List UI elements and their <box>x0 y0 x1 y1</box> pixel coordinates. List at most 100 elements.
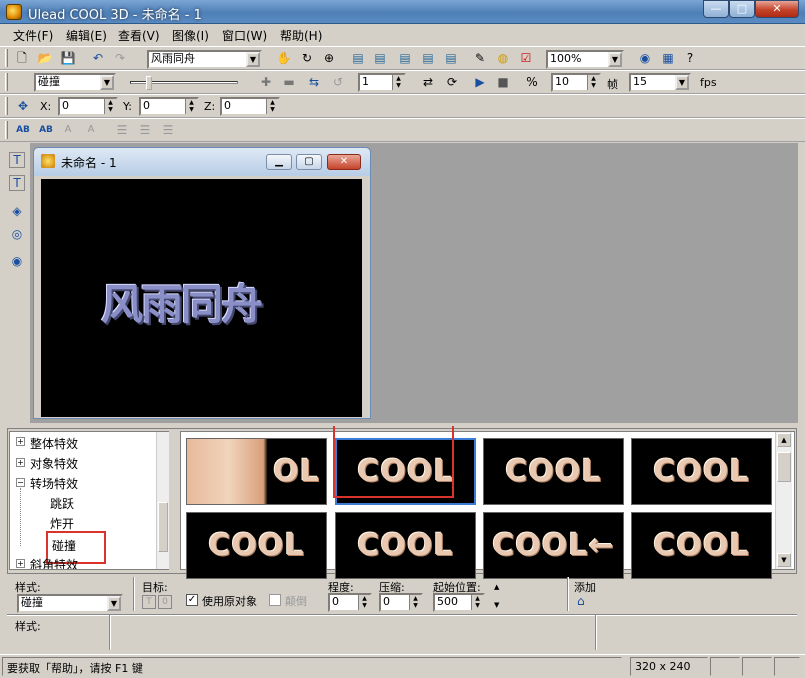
tree-item-transition-effects[interactable]: 转场特效 <box>30 475 78 492</box>
remove-keyframe-icon[interactable]: ▬ <box>281 74 297 90</box>
spin-arrows-icon[interactable]: ▲ ▼ <box>392 75 404 90</box>
render-icon[interactable]: ◉ <box>637 50 653 66</box>
thumbnail-0[interactable]: OL <box>186 438 327 505</box>
document-window[interactable]: 未命名 - 1 ▁ ▢ ✕ 风雨同舟 <box>33 147 371 419</box>
tree-scrollbar[interactable] <box>156 432 169 569</box>
camera-view2-icon[interactable]: ▤ <box>372 50 388 66</box>
style-select[interactable]: 碰撞 ▼ <box>17 594 123 613</box>
effects-tree[interactable]: + 整体特效 + 对象特效 − 转场特效 跳跃 炸开 碰撞 + 斜角特效 <box>9 431 169 570</box>
align-center-icon[interactable]: ☰ <box>137 122 153 138</box>
char-spacing-narrow-icon[interactable]: AB <box>38 122 54 138</box>
insert-text-icon[interactable]: T <box>9 152 25 168</box>
add-keyframe-icon[interactable]: ✚ <box>258 74 274 90</box>
compress-spinner[interactable]: 0 ▲ ▼ <box>379 593 423 612</box>
paint-icon[interactable]: ✎ <box>472 50 488 66</box>
text-object-select[interactable]: 风雨同舟 ▼ <box>147 50 262 69</box>
spin-arrows-icon[interactable]: ▲ ▼ <box>358 595 370 610</box>
spin-arrows-icon[interactable]: ▲ ▼ <box>587 75 599 90</box>
line-spacing-down-icon[interactable]: A <box>83 122 99 138</box>
menu-help[interactable]: 帮助(H) <box>276 27 326 44</box>
toolbar-grip[interactable] <box>5 73 8 91</box>
scroll-down-icon[interactable]: ▼ <box>777 553 791 567</box>
line-spacing-up-icon[interactable]: A <box>60 122 76 138</box>
timeline-slider[interactable] <box>130 75 238 91</box>
stop-icon[interactable]: ■ <box>495 74 511 90</box>
invert-checkbox[interactable] <box>269 594 281 606</box>
thumbnail-5[interactable]: COOL <box>335 512 476 579</box>
scroll-arrows-icon[interactable]: ▲ ▼ <box>494 583 499 610</box>
toolbar-grip[interactable] <box>5 97 8 115</box>
y-spinner[interactable]: 0 ▲ ▼ <box>139 97 199 116</box>
align-left-icon[interactable]: ☰ <box>114 122 130 138</box>
char-spacing-wide-icon[interactable]: AB <box>15 122 31 138</box>
tree-expander-1[interactable]: + <box>16 458 25 467</box>
spin-arrows-icon[interactable]: ▲ ▼ <box>266 99 278 114</box>
tree-item-explode[interactable]: 炸开 <box>50 515 74 532</box>
edit-text-icon[interactable]: T <box>9 175 25 191</box>
preview-canvas[interactable]: 风雨同舟 <box>41 179 362 417</box>
reverse-icon[interactable]: ⇆ <box>306 74 322 90</box>
undo-icon[interactable]: ↶ <box>90 50 106 66</box>
camera-view3-icon[interactable]: ▤ <box>397 50 413 66</box>
doc-close-button[interactable]: ✕ <box>327 154 361 170</box>
toolbar-grip[interactable] <box>5 121 8 139</box>
loop-icon[interactable]: ↺ <box>330 74 346 90</box>
spin-arrows-icon[interactable]: ▲ ▼ <box>104 99 116 114</box>
hand-tool-icon[interactable]: ✋ <box>276 50 292 66</box>
object-library-icon[interactable]: ◉ <box>9 253 25 269</box>
doc-restore-button[interactable]: ▢ <box>296 154 322 170</box>
globe-icon[interactable]: ◍ <box>495 50 511 66</box>
target-object-button[interactable]: 0 <box>158 595 172 609</box>
x-spinner[interactable]: 0 ▲ ▼ <box>58 97 118 116</box>
tree-item-object-effects[interactable]: 对象特效 <box>30 455 78 472</box>
spin-arrows-icon[interactable]: ▲ ▼ <box>471 595 483 610</box>
total-frames-spinner[interactable]: 10 ▲ ▼ <box>551 73 601 92</box>
percent-icon[interactable]: % <box>524 74 540 90</box>
frame-spinner[interactable]: 1 ▲ ▼ <box>358 73 406 92</box>
loop-play-icon[interactable]: ⟳ <box>444 74 460 90</box>
camera-view5-icon[interactable]: ▤ <box>443 50 459 66</box>
play-icon[interactable]: ▶ <box>472 74 488 90</box>
document-title-bar[interactable]: 未命名 - 1 ▁ ▢ ✕ <box>34 148 370 176</box>
doc-minimize-button[interactable]: ▁ <box>266 154 292 170</box>
checkbox-tool-icon[interactable]: ☑ <box>518 50 534 66</box>
redo-icon[interactable]: ↷ <box>112 50 128 66</box>
add-to-library-icon[interactable]: ⌂ <box>577 594 593 608</box>
degree-spinner[interactable]: 0 ▲ ▼ <box>328 593 372 612</box>
tree-expander-2[interactable]: − <box>16 478 25 487</box>
tree-item-overall-effects[interactable]: 整体特效 <box>30 435 78 452</box>
save-icon[interactable]: 💾 <box>60 50 76 66</box>
resize-tool-icon[interactable]: ⊕ <box>321 50 337 66</box>
align-right-icon[interactable]: ☰ <box>160 122 176 138</box>
canvas-3d-text[interactable]: 风雨同舟 <box>101 271 263 332</box>
use-original-checkbox[interactable]: ✓ <box>186 594 198 606</box>
slider-thumb[interactable] <box>146 76 152 90</box>
tree-expander-6[interactable]: + <box>16 559 25 568</box>
tree-item-bevel-effects[interactable]: 斜角特效 <box>30 556 78 569</box>
thumbnail-2[interactable]: COOL <box>483 438 624 505</box>
minimize-button[interactable]: — <box>703 0 729 18</box>
maximize-button[interactable]: □ <box>729 0 755 18</box>
select-object-icon[interactable]: ◎ <box>9 226 25 242</box>
scroll-thumb[interactable] <box>777 452 791 482</box>
menu-image[interactable]: 图像(I) <box>168 27 213 44</box>
rotate-tool-icon[interactable]: ↻ <box>299 50 315 66</box>
open-folder-icon[interactable]: 📂 <box>37 50 53 66</box>
export-icon[interactable]: ▦ <box>660 50 676 66</box>
scroll-up-icon[interactable]: ▲ <box>777 433 791 447</box>
camera-view4-icon[interactable]: ▤ <box>420 50 436 66</box>
menu-file[interactable]: 文件(F) <box>9 27 57 44</box>
tree-expander-0[interactable]: + <box>16 437 25 446</box>
tree-item-jump[interactable]: 跳跃 <box>50 495 74 512</box>
camera-view1-icon[interactable]: ▤ <box>350 50 366 66</box>
thumbnail-3[interactable]: COOL <box>631 438 772 505</box>
tree-scroll-thumb[interactable] <box>158 502 168 552</box>
pingpong-icon[interactable]: ⇄ <box>420 74 436 90</box>
move-object-icon[interactable]: ✥ <box>15 98 31 114</box>
zoom-select[interactable]: 100% ▼ <box>546 50 624 69</box>
menu-view[interactable]: 查看(V) <box>114 27 164 44</box>
effect-select[interactable]: 碰撞 ▼ <box>34 73 116 92</box>
context-help-icon[interactable]: ? <box>682 50 698 66</box>
thumbnail-scrollbar[interactable]: ▲ ▼ <box>775 432 792 569</box>
target-text-button[interactable]: T <box>142 595 156 609</box>
